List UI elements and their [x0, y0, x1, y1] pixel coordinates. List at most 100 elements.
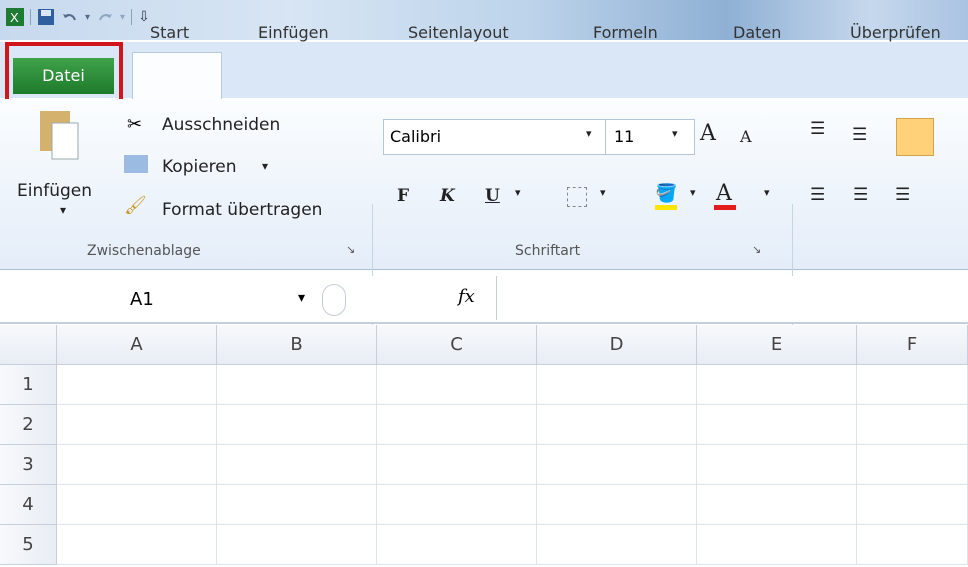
undo-icon[interactable] — [61, 8, 79, 26]
row-header-5[interactable]: 5 — [0, 525, 57, 565]
cell-a3[interactable] — [57, 445, 217, 485]
formula-bar: A1 ▾ fx — [0, 276, 968, 324]
align-right-icon[interactable]: ☰ — [895, 185, 910, 205]
align-bottom-icon[interactable] — [896, 118, 934, 156]
cell-d4[interactable] — [537, 485, 697, 525]
cell-d2[interactable] — [537, 405, 697, 445]
cell-f3[interactable] — [857, 445, 968, 485]
fill-color-icon[interactable]: 🪣 — [655, 183, 677, 204]
paste-icon[interactable] — [38, 107, 82, 163]
cell-e4[interactable] — [697, 485, 857, 525]
font-color-dropdown-icon[interactable]: ▾ — [764, 186, 770, 199]
paste-button[interactable]: Einfügen — [17, 181, 92, 201]
cut-button[interactable]: Ausschneiden — [162, 115, 280, 135]
bold-button[interactable]: F — [397, 186, 409, 206]
excel-icon[interactable]: X — [6, 8, 24, 26]
cell-a4[interactable] — [57, 485, 217, 525]
font-size-dropdown-icon[interactable]: ▾ — [672, 127, 678, 140]
underline-button[interactable]: U — [485, 186, 500, 206]
fill-color-bar-icon — [655, 205, 677, 210]
align-center-icon[interactable]: ☰ — [853, 185, 868, 205]
cell-d5[interactable] — [537, 525, 697, 565]
cell-d3[interactable] — [537, 445, 697, 485]
cell-b4[interactable] — [217, 485, 377, 525]
format-painter-button[interactable]: Format übertragen — [162, 200, 322, 220]
cell-b1[interactable] — [217, 365, 377, 405]
save-icon[interactable] — [37, 8, 55, 26]
cell-e3[interactable] — [697, 445, 857, 485]
name-box[interactable]: A1 — [130, 289, 154, 310]
align-left-icon[interactable]: ☰ — [810, 185, 825, 205]
row-header-3[interactable]: 3 — [0, 445, 57, 485]
font-color-icon[interactable]: A — [716, 181, 732, 206]
cell-c5[interactable] — [377, 525, 537, 565]
copy-button[interactable]: Kopieren — [162, 157, 237, 177]
format-painter-icon: 🖌 — [124, 195, 147, 216]
cell-b3[interactable] — [217, 445, 377, 485]
shrink-font-icon[interactable]: A — [740, 127, 752, 146]
undo-dropdown-icon[interactable]: ▾ — [85, 12, 90, 23]
align-top-icon[interactable]: ☰ — [810, 119, 825, 139]
row-header-4[interactable]: 4 — [0, 485, 57, 525]
cell-f5[interactable] — [857, 525, 968, 565]
cell-e2[interactable] — [697, 405, 857, 445]
cell-a2[interactable] — [57, 405, 217, 445]
resize-handle-icon[interactable] — [322, 284, 346, 316]
paste-dropdown-icon[interactable]: ▾ — [60, 203, 66, 217]
column-header-f[interactable]: F — [857, 325, 968, 365]
scissors-icon: ✂ — [127, 114, 143, 135]
cell-f4[interactable] — [857, 485, 968, 525]
italic-button[interactable]: K — [440, 186, 455, 206]
font-dropdown-icon[interactable]: ▾ — [586, 127, 592, 140]
font-group-label: Schriftart — [515, 243, 581, 259]
tab-start[interactable]: Start — [150, 18, 189, 48]
grow-font-icon[interactable]: A — [700, 121, 716, 146]
datei-highlight-box — [5, 42, 123, 107]
cell-c1[interactable] — [377, 365, 537, 405]
cell-c3[interactable] — [377, 445, 537, 485]
column-header-e[interactable]: E — [697, 325, 857, 365]
tab-einfuegen[interactable]: Einfügen — [258, 18, 329, 48]
cell-b5[interactable] — [217, 525, 377, 565]
cell-f1[interactable] — [857, 365, 968, 405]
formula-input[interactable] — [496, 276, 968, 320]
border-icon[interactable] — [567, 187, 587, 207]
font-name-box[interactable]: Calibri — [383, 119, 609, 155]
cell-d1[interactable] — [537, 365, 697, 405]
cell-f2[interactable] — [857, 405, 968, 445]
worksheet-grid: A B C D E F 1 2 3 4 5 — [0, 325, 968, 567]
redo-dropdown-icon[interactable]: ▾ — [120, 12, 125, 23]
cell-a1[interactable] — [57, 365, 217, 405]
column-header-c[interactable]: C — [377, 325, 537, 365]
tab-ueberpruefen[interactable]: Überprüfen — [850, 18, 941, 48]
column-header-a[interactable]: A — [57, 325, 217, 365]
font-launcher-icon[interactable]: ↘ — [752, 243, 761, 256]
clipboard-group-label: Zwischenablage — [87, 243, 201, 259]
customize-icon[interactable]: ⇩ — [138, 9, 150, 25]
cell-c4[interactable] — [377, 485, 537, 525]
row-header-2[interactable]: 2 — [0, 405, 57, 445]
name-box-dropdown-icon[interactable]: ▾ — [298, 290, 305, 306]
cell-a5[interactable] — [57, 525, 217, 565]
cell-b2[interactable] — [217, 405, 377, 445]
tab-daten[interactable]: Daten — [733, 18, 781, 48]
row-header-1[interactable]: 1 — [0, 365, 57, 405]
redo-icon[interactable] — [96, 8, 114, 26]
font-size-box[interactable]: 11 — [605, 119, 695, 155]
select-all-corner[interactable] — [0, 325, 57, 365]
cell-c2[interactable] — [377, 405, 537, 445]
function-icon[interactable]: fx — [458, 286, 475, 307]
copy-icon — [124, 155, 148, 173]
cell-e5[interactable] — [697, 525, 857, 565]
column-header-d[interactable]: D — [537, 325, 697, 365]
column-header-b[interactable]: B — [217, 325, 377, 365]
copy-dropdown-icon[interactable]: ▾ — [262, 159, 268, 173]
cell-e1[interactable] — [697, 365, 857, 405]
clipboard-launcher-icon[interactable]: ↘ — [346, 243, 355, 256]
tab-formeln[interactable]: Formeln — [593, 18, 658, 48]
align-middle-icon[interactable]: ☰ — [852, 125, 867, 145]
fill-dropdown-icon[interactable]: ▾ — [690, 186, 696, 199]
border-dropdown-icon[interactable]: ▾ — [600, 186, 606, 199]
tab-seitenlayout[interactable]: Seitenlayout — [408, 18, 509, 48]
underline-dropdown-icon[interactable]: ▾ — [515, 186, 521, 199]
